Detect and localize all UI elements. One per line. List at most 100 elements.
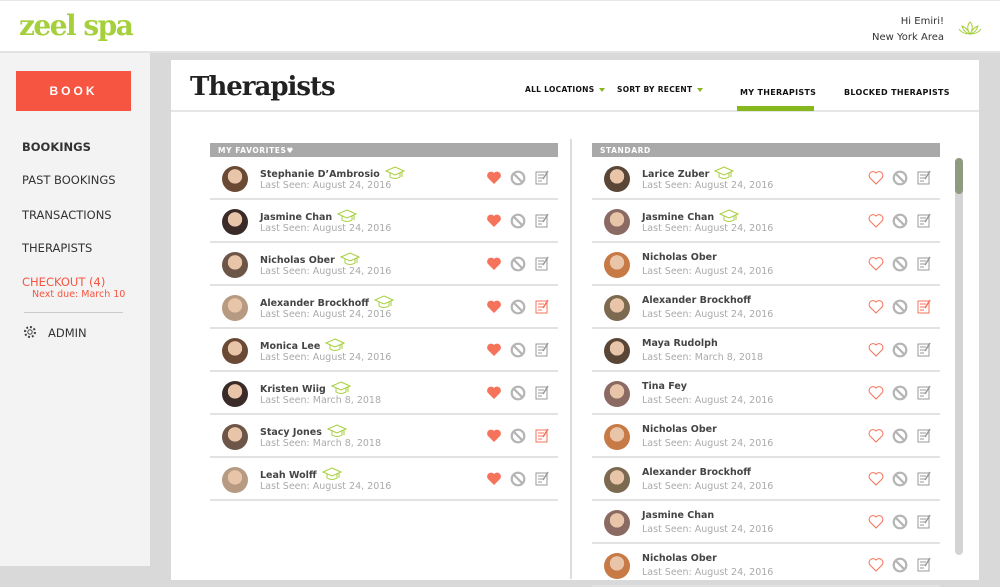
therapist-name[interactable]: Jasmine Chan	[260, 209, 358, 223]
avatar[interactable]	[604, 510, 630, 536]
heart-filled-icon[interactable]	[486, 342, 502, 358]
notes-icon[interactable]	[534, 342, 550, 358]
heart-outline-icon[interactable]	[868, 256, 884, 272]
location-dropdown[interactable]: ALL LOCATIONS	[525, 85, 606, 94]
therapist-name[interactable]: Monica Lee	[260, 338, 346, 352]
heart-filled-icon[interactable]	[486, 256, 502, 272]
sidebar-item-admin[interactable]: ADMIN	[48, 326, 87, 340]
block-icon[interactable]	[510, 170, 526, 186]
notes-icon[interactable]	[916, 342, 932, 358]
block-icon[interactable]	[892, 299, 908, 315]
avatar[interactable]	[604, 381, 630, 407]
heart-outline-icon[interactable]	[868, 385, 884, 401]
therapist-name[interactable]: Jasmine Chan	[642, 510, 714, 521]
avatar[interactable]	[222, 209, 248, 235]
notes-icon[interactable]	[916, 471, 932, 487]
heart-filled-icon[interactable]	[486, 471, 502, 487]
block-icon[interactable]	[510, 299, 526, 315]
avatar[interactable]	[222, 252, 248, 278]
heart-outline-icon[interactable]	[868, 342, 884, 358]
sidebar-item-transactions[interactable]: TRANSACTIONS	[22, 208, 112, 222]
therapist-name[interactable]: Alexander Brockhoff	[642, 295, 751, 306]
notes-icon[interactable]	[534, 385, 550, 401]
scrollbar-thumb[interactable]	[955, 158, 963, 194]
therapist-name[interactable]: Maya Rudolph	[642, 338, 718, 349]
logo[interactable]: zeel spa	[19, 9, 134, 42]
avatar[interactable]	[604, 252, 630, 278]
therapist-name[interactable]: Larice Zuber	[642, 166, 735, 180]
block-icon[interactable]	[510, 385, 526, 401]
heart-outline-icon[interactable]	[868, 471, 884, 487]
sidebar-item-checkout[interactable]: CHECKOUT (4)	[22, 275, 105, 289]
heart-outline-icon[interactable]	[868, 557, 884, 573]
avatar[interactable]	[604, 467, 630, 493]
therapist-name[interactable]: Kristen Wiig	[260, 381, 351, 395]
sidebar-item-therapists[interactable]: THERAPISTS	[22, 241, 92, 255]
user-greeting[interactable]: Hi Emiri! New York Area	[872, 14, 944, 46]
lotus-icon[interactable]	[958, 21, 982, 35]
therapist-name[interactable]: Leah Wolff	[260, 467, 342, 481]
heart-outline-icon[interactable]	[868, 299, 884, 315]
sort-dropdown[interactable]: SORT BY RECENT	[617, 85, 704, 94]
avatar[interactable]	[604, 338, 630, 364]
block-icon[interactable]	[510, 213, 526, 229]
therapist-name[interactable]: Nicholas Ober	[642, 424, 717, 435]
heart-filled-icon[interactable]	[486, 213, 502, 229]
heart-filled-icon[interactable]	[486, 385, 502, 401]
therapist-name[interactable]: Stacy Jones	[260, 424, 347, 438]
block-icon[interactable]	[892, 471, 908, 487]
block-icon[interactable]	[892, 557, 908, 573]
block-icon[interactable]	[892, 342, 908, 358]
heart-outline-icon[interactable]	[868, 170, 884, 186]
avatar[interactable]	[222, 424, 248, 450]
avatar[interactable]	[222, 467, 248, 493]
block-icon[interactable]	[510, 428, 526, 444]
block-icon[interactable]	[892, 170, 908, 186]
block-icon[interactable]	[892, 428, 908, 444]
scrollbar[interactable]	[955, 158, 963, 555]
heart-outline-icon[interactable]	[868, 213, 884, 229]
heart-filled-icon[interactable]	[486, 428, 502, 444]
notes-icon[interactable]	[534, 428, 550, 444]
therapist-name[interactable]: Alexander Brockhoff	[260, 295, 394, 309]
notes-icon[interactable]	[916, 170, 932, 186]
avatar[interactable]	[604, 424, 630, 450]
block-icon[interactable]	[892, 213, 908, 229]
avatar[interactable]	[222, 295, 248, 321]
notes-icon[interactable]	[534, 299, 550, 315]
avatar[interactable]	[222, 166, 248, 192]
avatar[interactable]	[604, 166, 630, 192]
block-icon[interactable]	[510, 471, 526, 487]
notes-icon[interactable]	[534, 256, 550, 272]
block-icon[interactable]	[510, 342, 526, 358]
notes-icon[interactable]	[916, 256, 932, 272]
avatar[interactable]	[222, 381, 248, 407]
notes-icon[interactable]	[534, 170, 550, 186]
therapist-name[interactable]: Stephanie D’Ambrosio	[260, 166, 405, 180]
block-icon[interactable]	[892, 256, 908, 272]
book-button[interactable]: BOOK	[16, 71, 131, 111]
avatar[interactable]	[604, 553, 630, 579]
block-icon[interactable]	[510, 256, 526, 272]
notes-icon[interactable]	[916, 213, 932, 229]
notes-icon[interactable]	[916, 557, 932, 573]
therapist-name[interactable]: Jasmine Chan	[642, 209, 740, 223]
heart-outline-icon[interactable]	[868, 514, 884, 530]
therapist-name[interactable]: Alexander Brockhoff	[642, 467, 751, 478]
therapist-name[interactable]: Tina Fey	[642, 381, 687, 392]
notes-icon[interactable]	[916, 385, 932, 401]
block-icon[interactable]	[892, 385, 908, 401]
heart-outline-icon[interactable]	[868, 428, 884, 444]
notes-icon[interactable]	[916, 428, 932, 444]
notes-icon[interactable]	[534, 213, 550, 229]
sidebar-item-past-bookings[interactable]: PAST BOOKINGS	[22, 173, 116, 187]
block-icon[interactable]	[892, 514, 908, 530]
notes-icon[interactable]	[534, 471, 550, 487]
sidebar-item-bookings[interactable]: BOOKINGS	[22, 140, 91, 154]
heart-filled-icon[interactable]	[486, 170, 502, 186]
notes-icon[interactable]	[916, 299, 932, 315]
therapist-name[interactable]: Nicholas Ober	[260, 252, 360, 266]
therapist-name[interactable]: Nicholas Ober	[642, 553, 717, 564]
heart-filled-icon[interactable]	[486, 299, 502, 315]
therapist-name[interactable]: Nicholas Ober	[642, 252, 717, 263]
